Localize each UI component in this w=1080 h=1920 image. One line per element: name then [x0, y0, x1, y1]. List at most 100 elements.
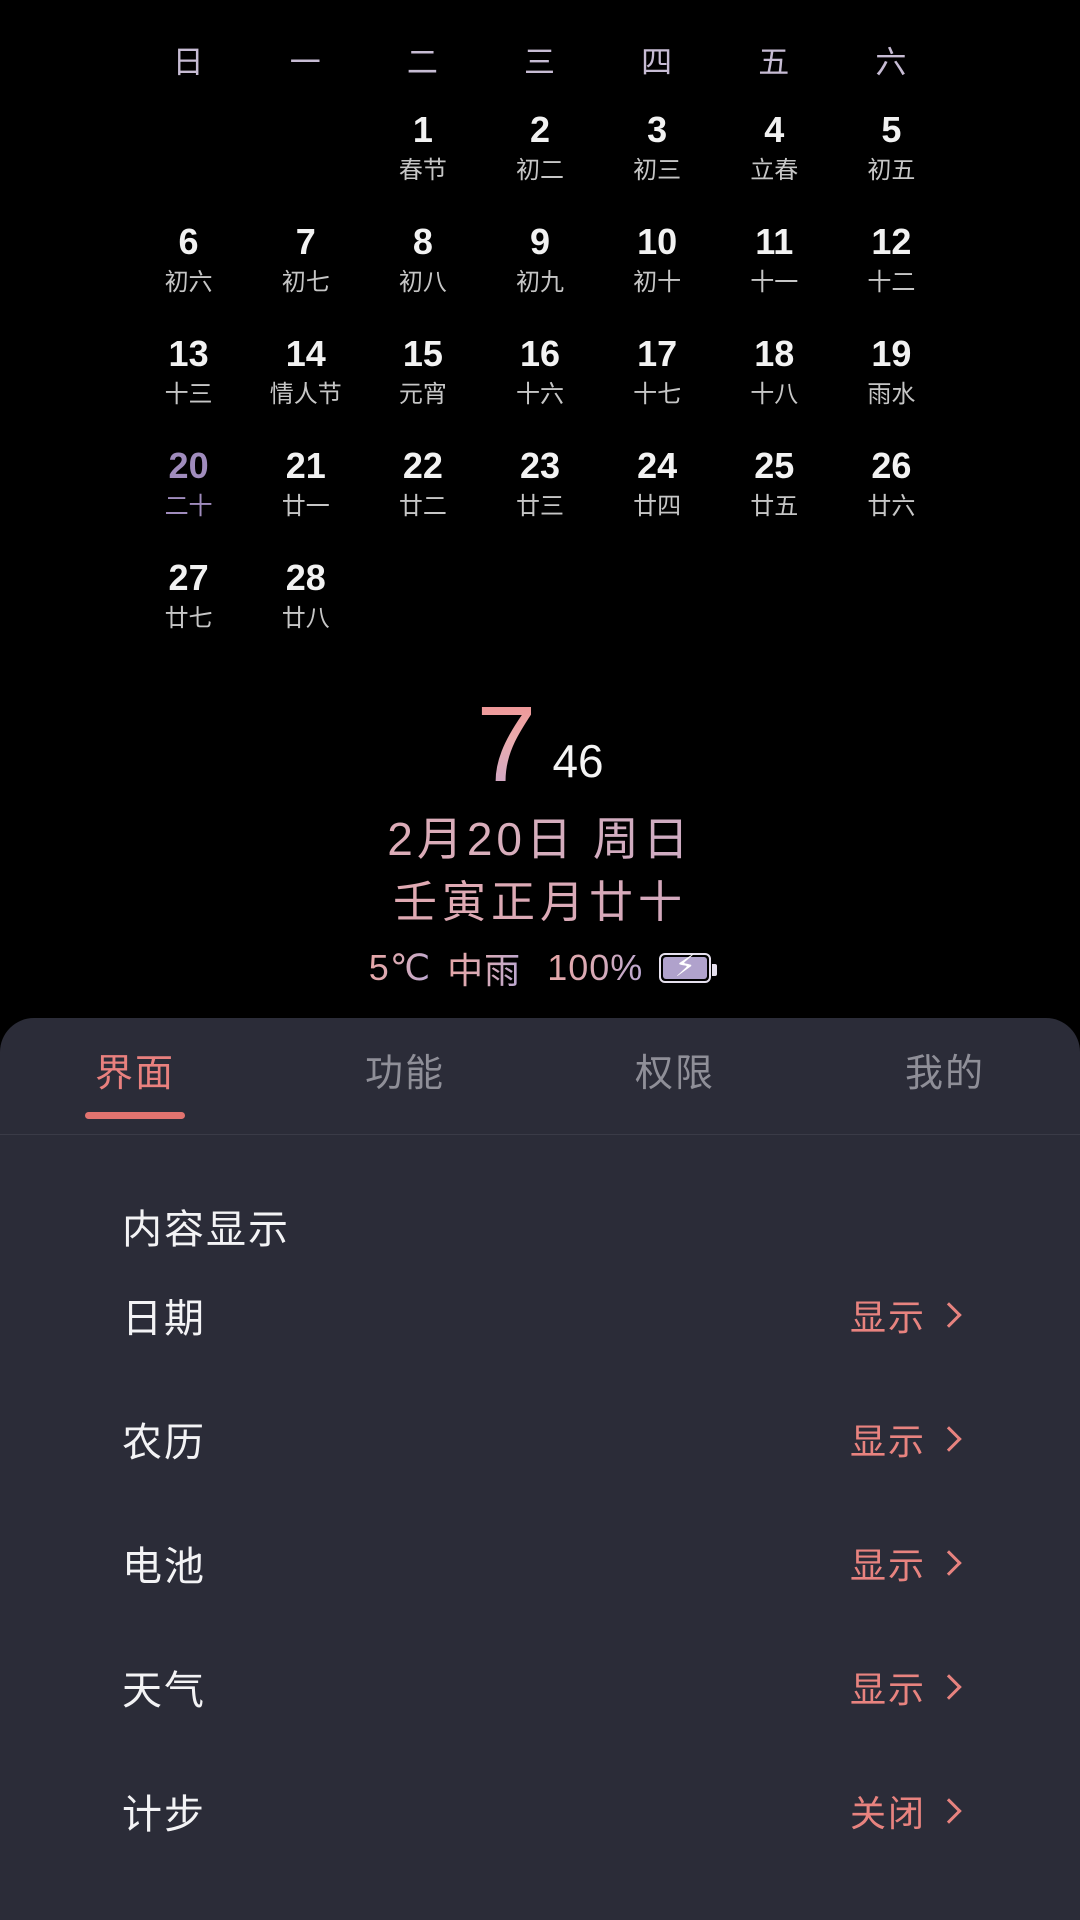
bolt-icon: ⚡	[674, 950, 696, 983]
calendar-cell[interactable]: 11 十一	[716, 214, 833, 326]
battery-percent-text: 100%	[547, 947, 644, 988]
tab-label: 我的	[904, 1053, 985, 1095]
calendar-day-number: 26	[871, 445, 912, 486]
calendar-day-number: 9	[529, 221, 550, 262]
calendar-day-number: 6	[178, 221, 199, 262]
calendar-day-lunar: 初十	[633, 269, 682, 296]
settings-row[interactable]: 农历 显示	[0, 1377, 1080, 1501]
calendar-cell[interactable]: 21 廿一	[247, 438, 364, 550]
tab-label: 功能	[364, 1053, 445, 1095]
settings-row-value-group[interactable]: 关闭	[849, 1785, 962, 1837]
settings-row[interactable]: 日期 显示	[0, 1253, 1080, 1377]
date-line: 2月20日 周日	[0, 806, 1080, 872]
settings-row-label: 电池	[122, 1545, 206, 1589]
settings-row[interactable]: 计步 关闭	[0, 1749, 1080, 1873]
settings-row[interactable]: 电池 显示	[0, 1501, 1080, 1625]
settings-row-value-group[interactable]: 显示	[849, 1537, 962, 1589]
settings-row[interactable]: 天气 显示	[0, 1625, 1080, 1749]
calendar-day-lunar: 十二	[867, 269, 916, 296]
calendar-day-number: 20	[168, 445, 209, 486]
tab-label: 权限	[634, 1053, 715, 1095]
calendar-day-number: 17	[637, 333, 678, 374]
calendar-cell[interactable]: 13 十三	[130, 326, 247, 438]
calendar-cell[interactable]: 9 初九	[481, 214, 598, 326]
calendar-cell[interactable]: 5 初五	[833, 102, 950, 214]
settings-row-value: 显示	[849, 1669, 926, 1710]
calendar-cell[interactable]: 15 元宵	[364, 326, 481, 438]
calendar-cell[interactable]: 27 廿七	[130, 550, 247, 662]
calendar-day-lunar: 十六	[515, 381, 564, 408]
settings-row-label: 计步	[122, 1793, 206, 1837]
calendar-cell[interactable]: 10 初十	[599, 214, 716, 326]
calendar-cell[interactable]: 3 初三	[599, 102, 716, 214]
calendar-day-lunar: 初二	[515, 157, 564, 184]
tab-1[interactable]: 界面	[0, 1042, 270, 1119]
tab-3[interactable]: 权限	[540, 1042, 810, 1097]
calendar-cell-today[interactable]: 20 二十	[130, 438, 247, 550]
calendar-cell[interactable]: 23 廿三	[481, 438, 598, 550]
chevron-right-icon	[936, 1674, 962, 1700]
weekday-header: 日	[172, 45, 205, 80]
calendar-day-number: 3	[647, 109, 668, 150]
settings-rows: 日期 显示 农历 显示 电池 显示 天气 显示 计步 关闭	[0, 1253, 1080, 1873]
calendar-cell[interactable]: 17 十七	[599, 326, 716, 438]
calendar-cell[interactable]: 4 立春	[716, 102, 833, 214]
calendar-cell[interactable]: 28 廿八	[247, 550, 364, 662]
calendar-day-lunar: 初三	[633, 157, 682, 184]
settings-row-value-group[interactable]: 显示	[850, 1289, 962, 1341]
weekday-header: 一	[289, 45, 322, 80]
weekday-header: 六	[875, 45, 908, 80]
calendar-cell[interactable]: 6 初六	[130, 214, 247, 326]
calendar-cell[interactable]: 14 情人节	[247, 326, 364, 438]
calendar-day-lunar: 十八	[750, 381, 799, 408]
settings-row-value-group[interactable]: 显示	[849, 1661, 962, 1713]
calendar-cell[interactable]: 19 雨水	[833, 326, 950, 438]
calendar-cell[interactable]: 7 初七	[247, 214, 364, 326]
calendar-day-number: 18	[754, 333, 795, 374]
calendar-day-number: 24	[637, 445, 678, 486]
calendar-cell[interactable]: 26 廿六	[833, 438, 950, 550]
calendar-day-number: 21	[285, 445, 326, 486]
calendar-cell[interactable]: 24 廿四	[599, 438, 716, 550]
calendar-day-number: 25	[754, 445, 795, 486]
calendar-cell[interactable]: 8 初八	[364, 214, 481, 326]
settings-row-label: 日期	[122, 1297, 206, 1341]
weather-text: 中雨	[447, 942, 521, 994]
weekday-header: 四	[641, 45, 674, 80]
calendar-cell[interactable]: 18 十八	[716, 326, 833, 438]
calendar-day-lunar: 廿四	[633, 493, 682, 520]
calendar-day-lunar: 十一	[750, 269, 799, 296]
calendar-day-number: 16	[519, 333, 561, 374]
calendar-cell[interactable]: 22 廿二	[364, 438, 481, 550]
settings-row-label: 农历	[122, 1421, 206, 1465]
calendar-day-lunar: 春节	[398, 157, 447, 184]
phone-screen: 日 一 二 三 四 五 六 1 春节 2 初二 3 初三 4 立春 5 初五 6 初六 7 初七 8 初八 9 初九 10 初十 11…	[0, 0, 1080, 1920]
time-row: 7 46	[0, 690, 1080, 800]
calendar-day-number: 27	[168, 557, 209, 598]
chevron-right-icon	[936, 1302, 962, 1328]
calendar-day-lunar: 情人节	[269, 381, 342, 408]
tab-bar-divider	[0, 1134, 1080, 1135]
calendar-cell[interactable]: 16 十六	[481, 326, 598, 438]
calendar-day-lunar: 廿一	[281, 493, 330, 520]
calendar-cell[interactable]: 2 初二	[481, 102, 598, 214]
settings-row-value: 显示	[849, 1421, 926, 1462]
calendar-day-lunar: 初五	[867, 157, 916, 184]
calendar-day-lunar: 初八	[398, 269, 447, 296]
weekday-header: 三	[523, 45, 556, 80]
calendar-cell[interactable]: 1 春节	[364, 102, 481, 214]
settings-row-value-group[interactable]: 显示	[849, 1413, 962, 1465]
calendar-cell[interactable]: 12 十二	[833, 214, 950, 326]
settings-list: 内容显示 日期 显示 农历 显示 电池 显示 天气 显示 计步 关闭	[0, 1137, 1080, 1873]
settings-row-value: 关闭	[849, 1793, 926, 1834]
calendar-day-number: 19	[871, 333, 912, 374]
temperature-text: 5℃	[368, 947, 432, 988]
settings-row-value: 显示	[849, 1545, 926, 1586]
status-line: 5℃ 中雨 100% ⚡	[0, 942, 1080, 994]
tab-2[interactable]: 功能	[270, 1042, 540, 1097]
calendar-day-number: 28	[285, 557, 326, 598]
calendar-cell[interactable]: 25 廿五	[716, 438, 833, 550]
calendar-day-lunar: 二十	[164, 493, 213, 520]
tab-4[interactable]: 我的	[810, 1042, 1080, 1097]
calendar-day-number: 4	[764, 109, 785, 150]
